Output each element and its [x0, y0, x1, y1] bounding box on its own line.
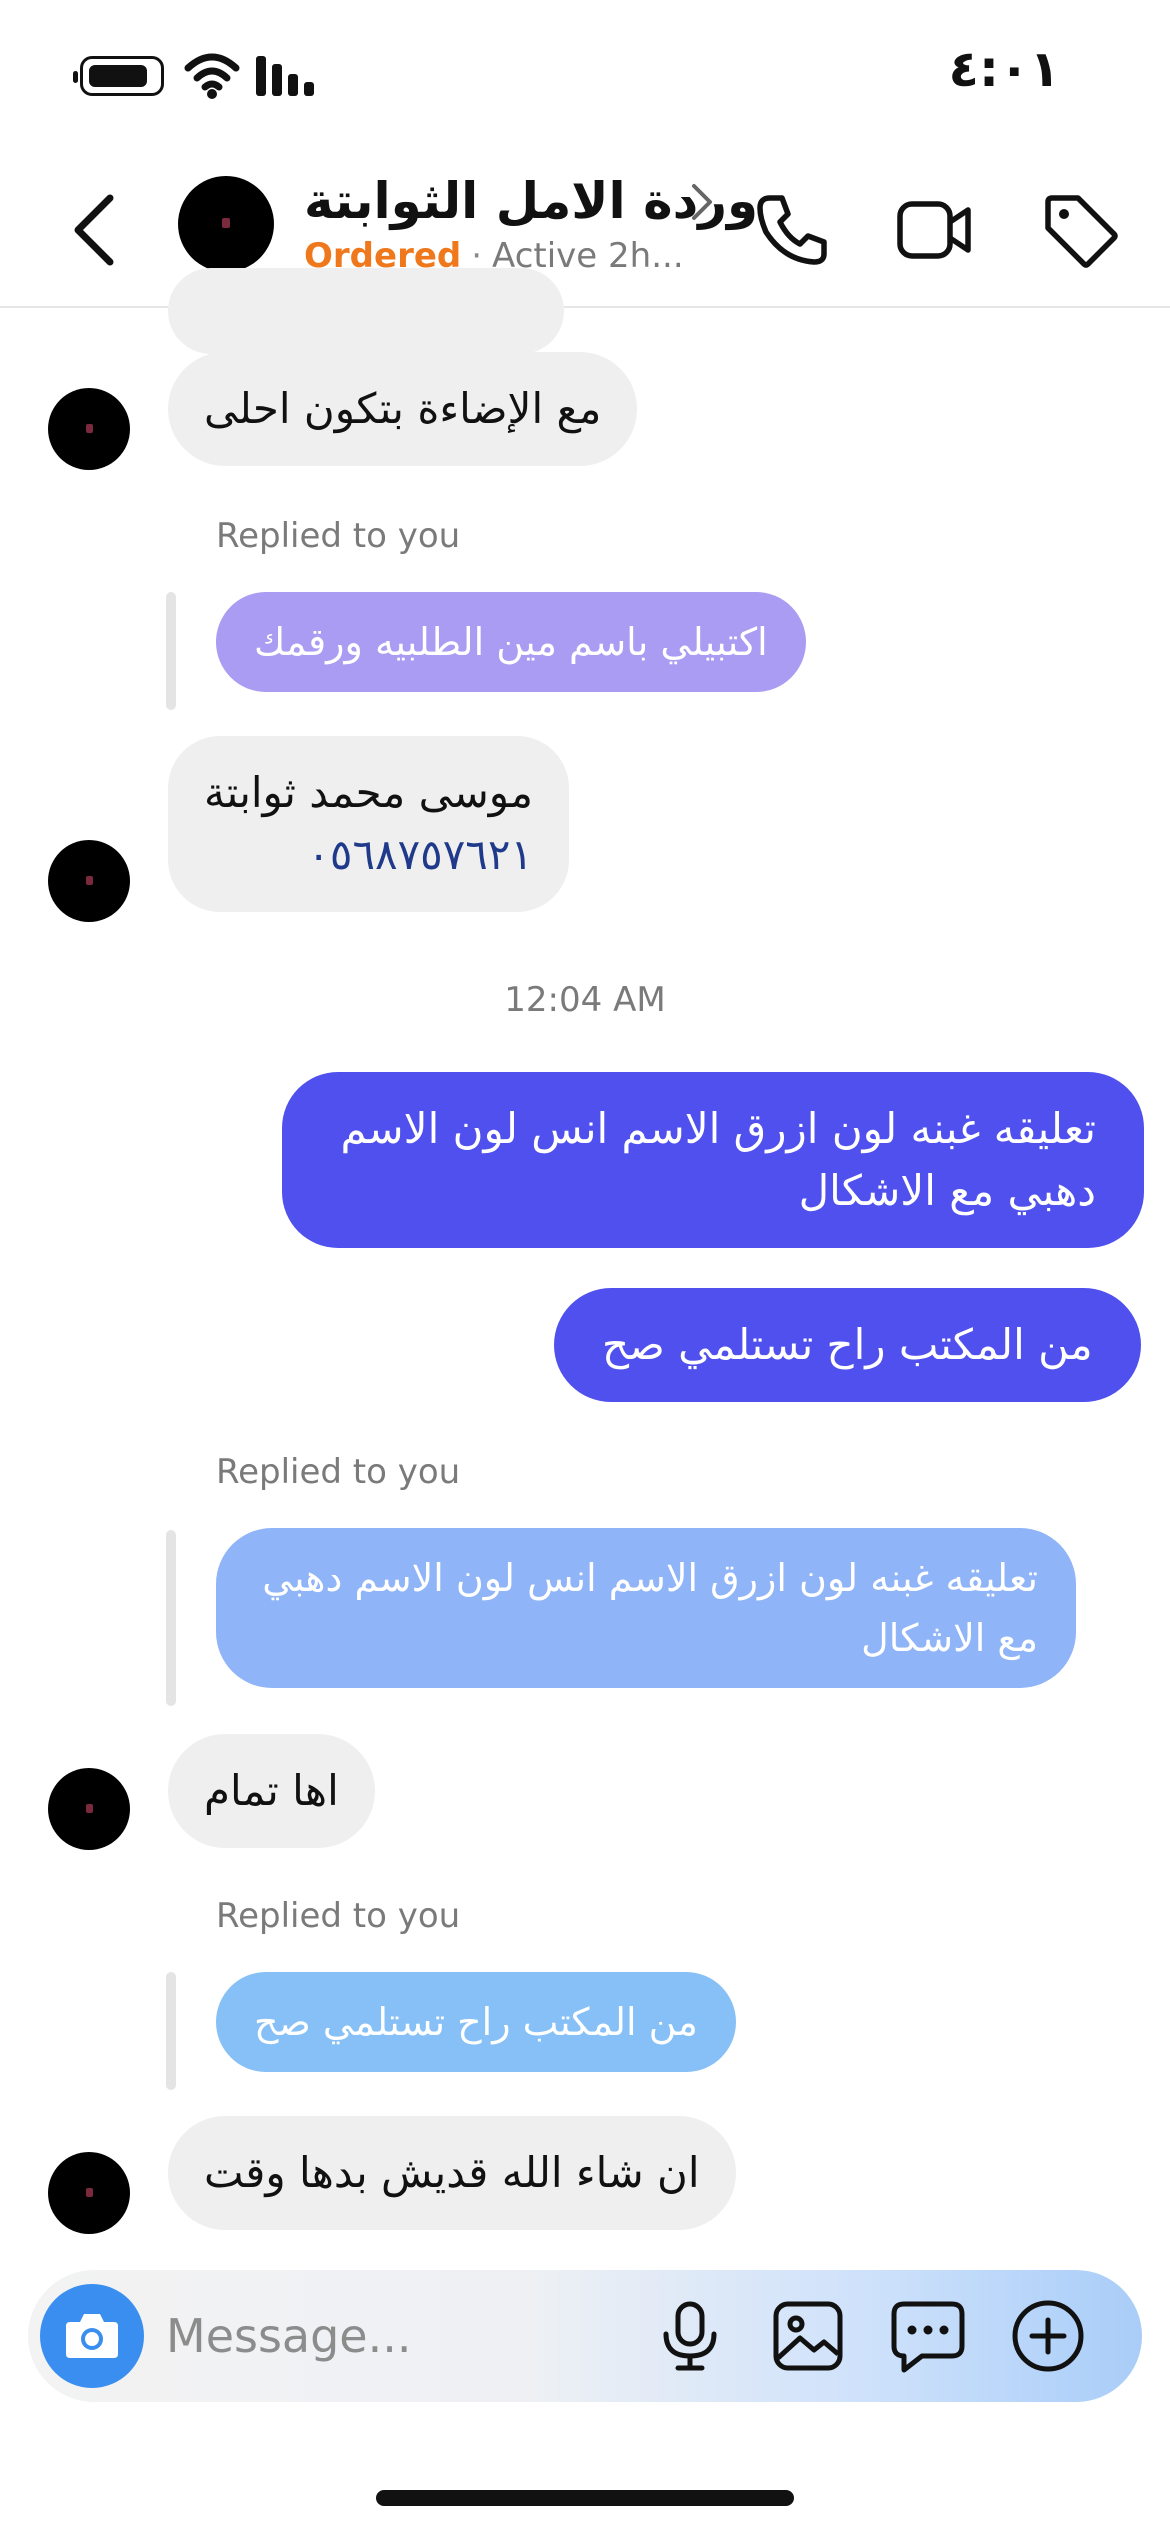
replied-label: Replied to you	[216, 1452, 461, 1492]
home-indicator[interactable]	[376, 2490, 794, 2506]
signal-icon	[256, 56, 314, 96]
quoted-message[interactable]: اكتبيلي باسم مين الطلبيه ورقمك	[216, 592, 806, 692]
reply-bar	[166, 592, 176, 710]
outgoing-message[interactable]: تعليقه غبنه لون ازرق الاسم انس لون الاسم…	[282, 1072, 1144, 1248]
quoted-text: اكتبيلي باسم مين الطلبيه ورقمك	[254, 620, 768, 664]
message-input[interactable]	[166, 2300, 546, 2372]
status-time: ٤:٠١	[948, 40, 1060, 98]
incoming-message[interactable]: موسى محمد ثوابتة ٠٥٦٨٧٥٧٦٢١	[168, 736, 569, 912]
incoming-message[interactable]: ان شاء الله قديش بدها وقت	[168, 2116, 736, 2230]
message-text: مع الإضاءة بتكون احلى	[204, 384, 602, 433]
gallery-icon[interactable]	[768, 2296, 848, 2376]
mic-icon[interactable]	[650, 2296, 730, 2376]
wifi-icon	[184, 53, 240, 99]
quoted-text: تعليقه غبنه لون ازرق الاسم انس لون الاسم…	[262, 1556, 1038, 1660]
battery-icon	[73, 56, 164, 96]
quoted-text: من المكتب راح تستلمي صح	[254, 2000, 698, 2044]
message-text: اها تمام	[204, 1766, 339, 1815]
avatar[interactable]	[48, 388, 130, 470]
message-text: ان شاء الله قديش بدها وقت	[204, 2148, 700, 2197]
camera-icon	[66, 2314, 118, 2358]
tag-icon[interactable]	[1040, 190, 1120, 270]
reply-bar	[166, 1530, 176, 1706]
back-icon[interactable]	[60, 190, 130, 270]
plus-icon[interactable]	[1008, 2296, 1088, 2376]
replied-label: Replied to you	[216, 516, 461, 556]
quoted-message[interactable]: تعليقه غبنه لون ازرق الاسم انس لون الاسم…	[216, 1528, 1076, 1688]
video-icon[interactable]	[894, 190, 974, 270]
message-text: موسى محمد ثوابتة	[204, 768, 533, 817]
phone-number-link[interactable]: ٠٥٦٨٧٥٧٦٢١	[204, 824, 533, 886]
status-bar: ٤:٠١	[0, 0, 1170, 150]
message-text: تعليقه غبنه لون ازرق الاسم انس لون الاسم…	[340, 1104, 1096, 1215]
chat-header: وردة الامل الثوابتة Ordered · Active 2h...	[0, 150, 1170, 308]
message-list[interactable]: مع الإضاءة بتكون احلى Replied to you اكت…	[0, 268, 1170, 2268]
message-bubble-cut	[168, 268, 564, 354]
reply-bar	[166, 1972, 176, 2090]
contact-avatar[interactable]	[178, 176, 274, 272]
message-composer	[28, 2270, 1142, 2402]
incoming-message[interactable]: مع الإضاءة بتكون احلى	[168, 352, 638, 466]
quoted-message[interactable]: من المكتب راح تستلمي صح	[216, 1972, 736, 2072]
sticker-icon[interactable]	[888, 2296, 968, 2376]
avatar[interactable]	[48, 840, 130, 922]
incoming-message[interactable]: اها تمام	[168, 1734, 375, 1848]
message-text: من المكتب راح تستلمي صح	[602, 1320, 1093, 1369]
outgoing-message[interactable]: من المكتب راح تستلمي صح	[554, 1288, 1141, 1402]
timestamp: 12:04 AM	[504, 980, 666, 1020]
phone-icon[interactable]	[752, 190, 832, 270]
avatar[interactable]	[48, 2152, 130, 2234]
chevron-right-icon[interactable]	[688, 180, 716, 224]
camera-button[interactable]	[40, 2284, 144, 2388]
avatar[interactable]	[48, 1768, 130, 1850]
replied-label: Replied to you	[216, 1896, 461, 1936]
